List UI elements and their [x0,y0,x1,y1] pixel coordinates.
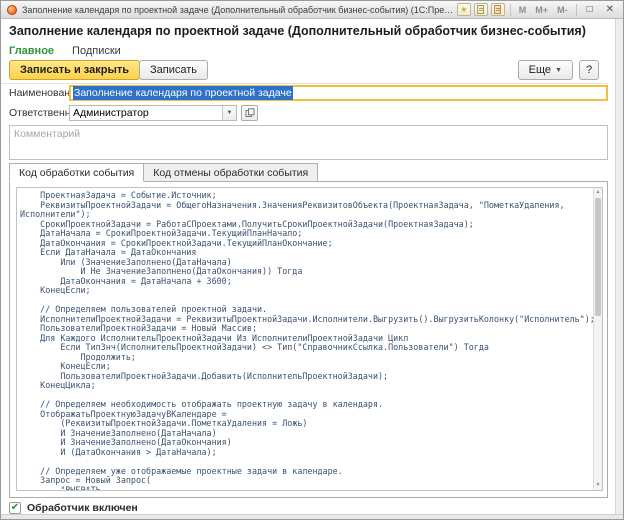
code-text[interactable]: ПроектнаяЗадача = Событие.Источник; Рекв… [17,188,593,490]
form-scroll-strip[interactable] [615,19,623,519]
favorites-star-button[interactable]: ★ [456,3,471,16]
history-icon [494,5,502,14]
chevron-down-icon: ▼ [226,110,233,116]
memory-m-button[interactable]: M [516,5,530,15]
open-link-icon [245,108,254,117]
titlebar-separator [509,3,511,16]
name-input[interactable]: Заполнение календаря по проектной задаче [69,85,608,101]
star-icon: ★ [460,4,468,14]
tab-event-handler-code[interactable]: Код обработки события [9,163,145,182]
scroll-up-icon[interactable]: ▲ [594,188,602,197]
responsible-dropdown-button[interactable]: ▼ [222,106,236,120]
chevron-down-icon: ▼ [555,66,562,74]
page-title: Заполнение календаря по проектной задаче… [9,24,586,38]
nav-tabs: Главное Подписки [9,45,121,57]
code-scrollbar[interactable]: ▲ ▼ [593,188,602,490]
titlebar-separator [575,3,577,16]
window-bottom-frame [1,514,623,519]
responsible-input[interactable]: Администратор ▼ [69,105,237,121]
save-button[interactable]: Записать [139,60,209,80]
name-input-selected-text: Заполнение календаря по проектной задаче [73,86,293,100]
handler-enabled-label: Обработчик включен [27,502,138,514]
close-button[interactable]: ✕ [601,4,619,15]
save-and-close-button[interactable]: Записать и закрыть [9,60,141,80]
app-window: Заполнение календаря по проектной задаче… [0,0,624,520]
more-button-label: Еще [528,64,552,76]
code-tabs: Код обработки события Код отмены обработ… [9,163,319,182]
handler-enabled-row: ✔ Обработчик включен [9,502,138,514]
memory-m-plus-button[interactable]: M+ [532,5,551,15]
link-icon [477,5,485,14]
check-icon: ✔ [10,502,20,513]
scroll-down-icon[interactable]: ▼ [594,481,602,490]
scrollbar-thumb[interactable] [595,198,601,316]
code-panel: ПроектнаяЗадача = Событие.Источник; Рекв… [9,181,608,498]
titlebar-controls: ★ M M+ M- □ ✕ [456,3,619,16]
history-button[interactable] [490,3,505,16]
get-link-button[interactable] [473,3,488,16]
maximize-button[interactable]: □ [582,4,598,15]
responsible-open-button[interactable] [241,105,258,121]
tab-main[interactable]: Главное [9,45,54,57]
tab-subscriptions[interactable]: Подписки [72,45,121,57]
tab-cancel-handler-code[interactable]: Код отмены обработки события [144,163,319,182]
window-title: Заполнение календаря по проектной задаче… [22,4,457,15]
more-button[interactable]: Еще ▼ [517,60,573,80]
app-logo-icon [7,4,17,15]
command-bar: Записать и закрыть Записать Еще ▼ ? [1,58,608,84]
responsible-value: Администратор [73,107,149,119]
code-editor[interactable]: ПроектнаяЗадача = Событие.Источник; Рекв… [16,187,603,491]
memory-m-minus-button[interactable]: M- [554,5,571,15]
handler-enabled-checkbox[interactable]: ✔ [9,502,21,514]
comment-input[interactable] [9,125,608,160]
help-button[interactable]: ? [579,60,599,80]
titlebar: Заполнение календаря по проектной задаче… [1,1,623,19]
